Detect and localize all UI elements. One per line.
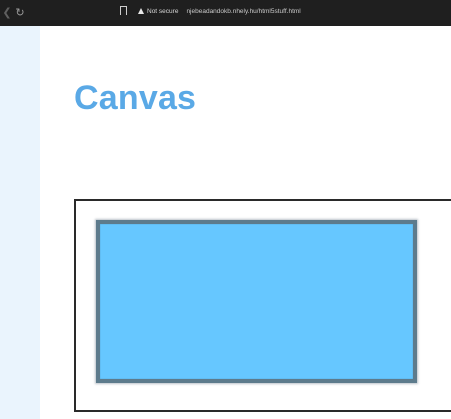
reload-icon[interactable]: ↻	[14, 3, 26, 23]
bookmark-button[interactable]	[116, 3, 132, 19]
bookmark-icon	[120, 6, 127, 17]
page-content: Canvas	[40, 26, 451, 419]
warning-triangle-icon	[138, 8, 144, 14]
left-sidebar	[0, 26, 40, 419]
canvas-element	[74, 199, 451, 412]
address-bar[interactable]: Not secure njebeadandokb.nhely.hu/html5s…	[136, 3, 446, 19]
page-title: Canvas	[74, 79, 197, 117]
security-status-label[interactable]: Not secure	[147, 8, 178, 15]
chevron-left-icon[interactable]: ❮	[2, 3, 12, 23]
url-text[interactable]: njebeadandokb.nhely.hu/html5stuff.html	[186, 8, 300, 15]
canvas-drawn-rectangle	[96, 220, 417, 383]
browser-toolbar: ❮ ↻ Not secure njebeadandokb.nhely.hu/ht…	[0, 0, 451, 26]
